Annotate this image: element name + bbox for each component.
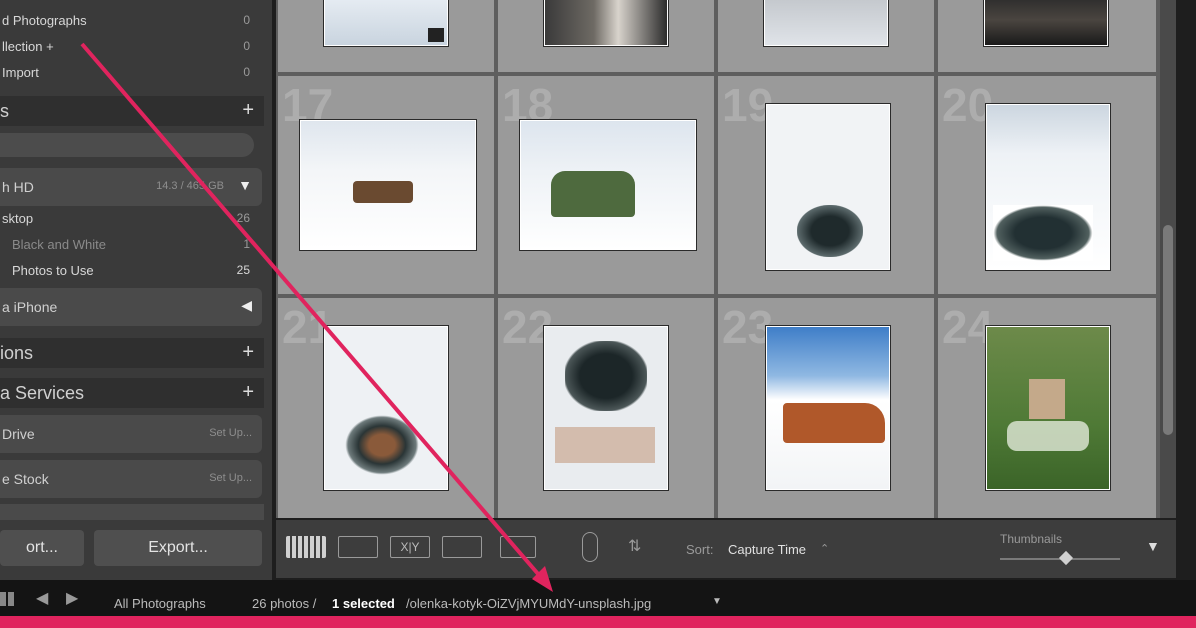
arrow-line bbox=[80, 42, 547, 584]
annotation-arrow bbox=[80, 42, 553, 592]
